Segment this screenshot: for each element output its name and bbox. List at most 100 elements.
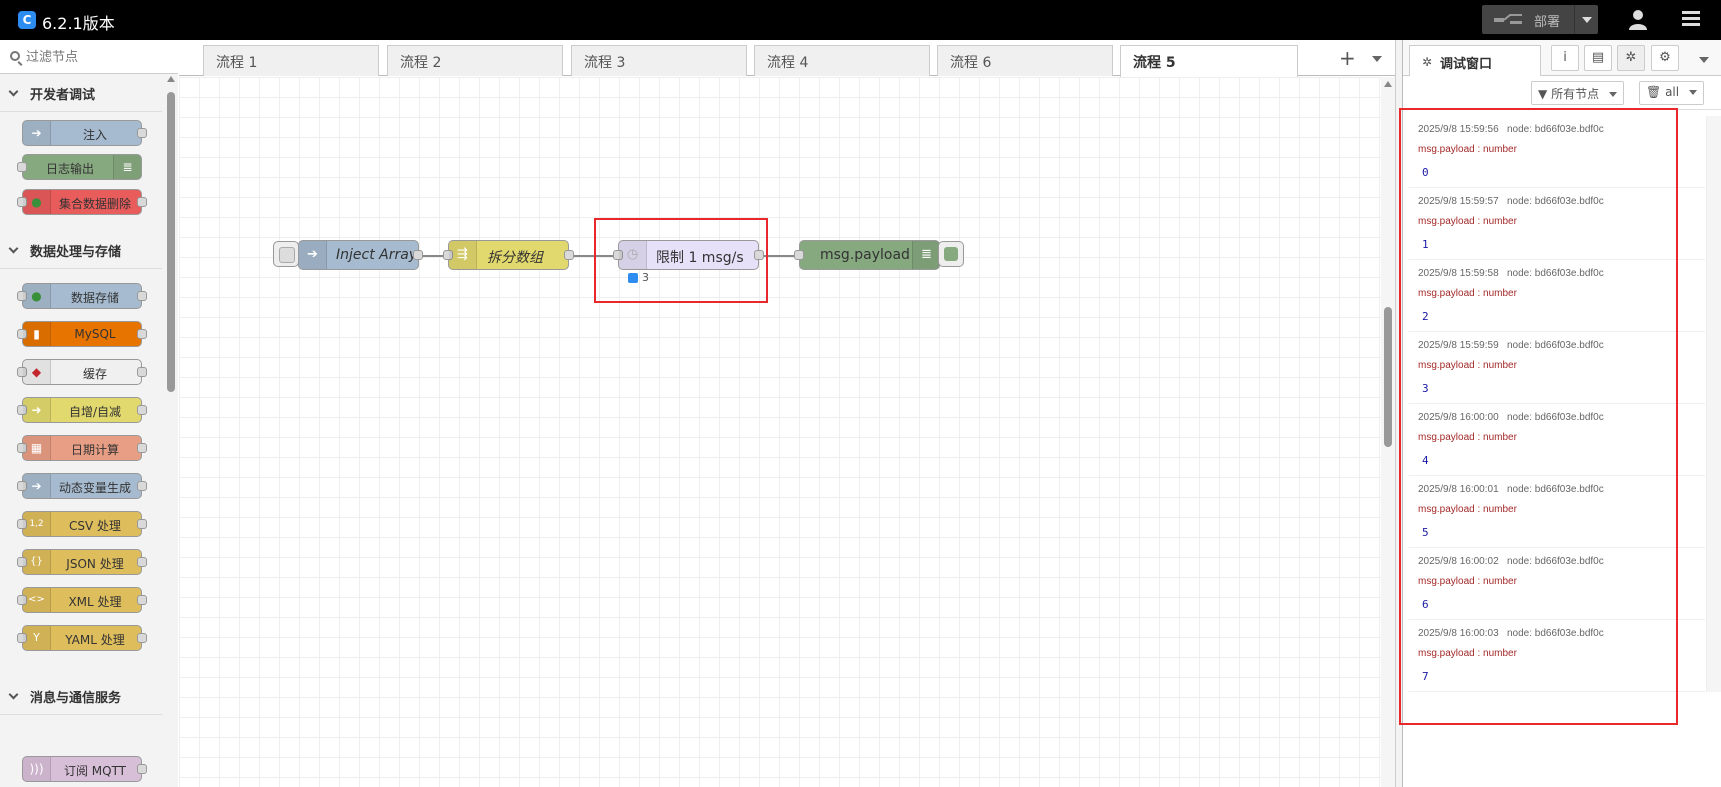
palette-filter-input[interactable] xyxy=(24,47,164,67)
tab-menu-caret-icon[interactable] xyxy=(1372,56,1382,62)
palette-node-mqtt-in[interactable]: ))) 订阅 MQTT xyxy=(22,756,147,782)
palette-node-yaml[interactable]: Y YAML 处理 xyxy=(17,625,147,651)
deploy-button[interactable]: 部署 xyxy=(1482,5,1598,34)
deploy-icon xyxy=(1494,14,1522,24)
palette-node-debug[interactable]: 日志输出 ≣ xyxy=(17,154,142,180)
output-port[interactable] xyxy=(137,595,147,605)
tab-flow-1[interactable]: 流程 1 xyxy=(203,45,379,76)
palette-node-label: 动态变量生成 xyxy=(58,481,131,495)
palette-node-collection-delete[interactable]: ● 集合数据删除 xyxy=(17,189,147,215)
flow-node-label: msg.payload xyxy=(820,247,910,263)
chevron-down-icon xyxy=(1608,92,1617,97)
flow-tab-bar: 流程 1 流程 2 流程 3 流程 4 流程 6 流程 5 + xyxy=(179,40,1395,77)
leaf-icon: ● xyxy=(23,284,51,308)
debug-sidebar: ✲ 调试窗口 i ▤ ✲ ⚙ ▼ 所有节点 🗑 all 2025/9/8 15:… xyxy=(1399,40,1721,787)
inject-trigger-button[interactable] xyxy=(273,241,299,267)
filter-nodes-button[interactable]: ▼ 所有节点 xyxy=(1531,81,1624,105)
deploy-menu-caret-icon[interactable] xyxy=(1574,5,1598,34)
sidebar-scrollbar[interactable] xyxy=(1706,116,1721,692)
output-port[interactable] xyxy=(137,519,147,529)
wave-icon: ))) xyxy=(23,757,51,781)
palette-node-label: YAML 处理 xyxy=(65,633,125,647)
gear-icon[interactable]: ⚙ xyxy=(1651,45,1679,71)
tab-flow-2[interactable]: 流程 2 xyxy=(387,45,563,76)
highlight-box xyxy=(594,218,768,303)
main-menu-icon[interactable] xyxy=(1682,11,1700,27)
user-icon[interactable] xyxy=(1628,9,1648,31)
xml-icon: <> xyxy=(23,588,51,612)
clear-label: all xyxy=(1665,85,1680,99)
output-port[interactable] xyxy=(137,557,147,567)
scroll-up-icon[interactable] xyxy=(167,76,175,82)
sidebar-tab-label: 调试窗口 xyxy=(1440,57,1493,72)
csv-icon: 1,2 xyxy=(23,512,51,536)
output-port[interactable] xyxy=(137,633,147,643)
output-port[interactable] xyxy=(137,367,147,377)
clear-messages-button[interactable]: 🗑 all xyxy=(1639,81,1704,105)
search-icon xyxy=(10,51,20,61)
output-port[interactable] xyxy=(137,291,147,301)
palette-node-label: 集合数据删除 xyxy=(58,197,131,211)
palette-node-dynamic-var[interactable]: ➔ 动态变量生成 xyxy=(17,473,147,499)
debug-toggle-button[interactable] xyxy=(938,241,964,267)
output-port[interactable] xyxy=(413,250,423,260)
category-label: 数据处理与存储 xyxy=(30,245,122,260)
bug-icon[interactable]: ✲ xyxy=(1617,45,1645,71)
palette-scrollbar[interactable] xyxy=(164,74,178,787)
output-port[interactable] xyxy=(137,329,147,339)
tab-debug-window[interactable]: ✲ 调试窗口 xyxy=(1409,45,1541,76)
palette-node-label: 注入 xyxy=(82,128,107,142)
input-port[interactable] xyxy=(794,250,804,260)
tab-flow-5[interactable]: 流程 5 xyxy=(1120,45,1298,77)
palette-node-data-store[interactable]: ● 数据存储 xyxy=(17,283,147,309)
output-port[interactable] xyxy=(137,405,147,415)
output-port[interactable] xyxy=(137,197,147,207)
flow-workspace[interactable]: ➔ Inject Array ⇶ 拆分数组 ◷ 限制 1 msg/s 3 msg… xyxy=(179,77,1395,787)
sidebar-menu-caret-icon[interactable] xyxy=(1699,57,1709,63)
chevron-down-icon xyxy=(8,243,19,254)
palette-node-xml[interactable]: <> XML 处理 xyxy=(17,587,147,613)
sidebar-tab-bar: ✲ 调试窗口 i ▤ ✲ ⚙ xyxy=(1403,40,1721,76)
output-port[interactable] xyxy=(564,250,574,260)
palette-node-label: MySQL xyxy=(74,327,116,341)
palette-node-csv[interactable]: 1,2 CSV 处理 xyxy=(17,511,147,537)
palette-node-label: 日期计算 xyxy=(70,443,119,457)
palette-node-json[interactable]: {} JSON 处理 xyxy=(17,549,147,575)
redis-icon: ◆ xyxy=(23,360,51,384)
app-logo-icon: C xyxy=(18,11,36,29)
output-port[interactable] xyxy=(137,128,147,138)
list-icon: ≣ xyxy=(912,241,940,269)
tab-flow-4[interactable]: 流程 4 xyxy=(754,45,930,76)
scrollbar-thumb[interactable] xyxy=(167,92,175,392)
trash-icon: 🗑 xyxy=(1646,85,1662,99)
add-tab-icon[interactable]: + xyxy=(1339,46,1356,70)
app-title: 6.2.1版本 xyxy=(42,14,115,33)
palette-node-label: 自增/自减 xyxy=(68,405,122,419)
book-icon[interactable]: ▤ xyxy=(1584,45,1612,71)
palette-node-inject[interactable]: ➔ 注入 xyxy=(22,120,147,146)
tab-flow-3[interactable]: 流程 3 xyxy=(571,45,747,76)
palette-node-date-calc[interactable]: ▦ 日期计算 xyxy=(17,435,147,461)
input-port[interactable] xyxy=(17,162,27,172)
tab-flow-6[interactable]: 流程 6 xyxy=(937,45,1113,76)
output-port[interactable] xyxy=(137,443,147,453)
palette-node-cache[interactable]: ◆ 缓存 xyxy=(17,359,147,385)
palette-node-increment[interactable]: ➜ 自增/自减 xyxy=(17,397,147,423)
flow-node-inject-array[interactable]: ➔ Inject Array xyxy=(298,240,423,270)
arrow-icon: ➜ xyxy=(23,398,51,422)
palette-node-mysql[interactable]: ▮ MySQL xyxy=(17,321,147,347)
info-icon[interactable]: i xyxy=(1551,45,1579,71)
flow-node-split-array[interactable]: ⇶ 拆分数组 xyxy=(443,240,574,270)
flow-node-debug-payload[interactable]: msg.payload ≣ xyxy=(794,240,940,270)
workspace-scrollbar[interactable] xyxy=(1381,77,1395,787)
scroll-up-icon[interactable] xyxy=(1384,81,1392,87)
palette-node-label: 数据存储 xyxy=(70,291,119,305)
category-header-messaging[interactable]: 消息与通信服务 xyxy=(0,677,162,715)
category-header-data[interactable]: 数据处理与存储 xyxy=(0,231,162,269)
output-port[interactable] xyxy=(137,764,147,774)
output-port[interactable] xyxy=(137,481,147,491)
scrollbar-thumb[interactable] xyxy=(1384,307,1392,447)
category-header-dev[interactable]: 开发者调试 xyxy=(0,74,162,112)
category-label: 消息与通信服务 xyxy=(30,691,122,706)
arrow-right-icon: ➔ xyxy=(23,121,51,145)
